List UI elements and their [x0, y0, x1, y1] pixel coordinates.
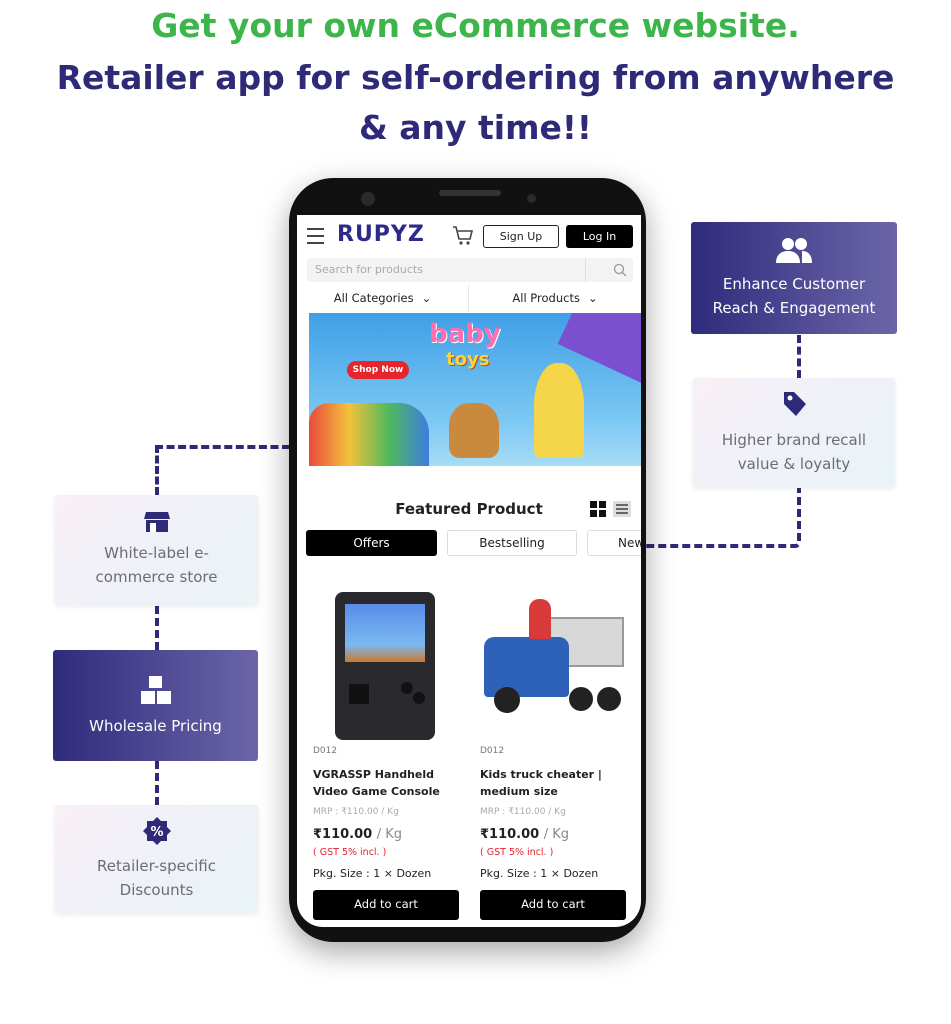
chevron-down-icon: ⌄ [421, 291, 432, 305]
teddy-image [449, 403, 499, 458]
app-screen: RUPYZ Sign Up Log In Search for products… [297, 215, 641, 927]
log-in-button[interactable]: Log In [566, 225, 633, 248]
wheel [569, 687, 593, 711]
tag-icon [784, 391, 806, 416]
percent-badge-icon: % [142, 817, 171, 845]
promo-banner[interactable]: Shop Now baby toys [309, 313, 641, 466]
product-code: D012 [313, 746, 338, 756]
console-button [401, 682, 413, 694]
connector [640, 488, 801, 548]
grid-view-icon[interactable] [590, 501, 606, 517]
categories-label: All Categories [333, 291, 414, 305]
search-bar[interactable]: Search for products [307, 258, 633, 282]
menu-icon[interactable] [307, 228, 324, 244]
game-console-image [335, 592, 435, 740]
product-price: ₹110.00 [480, 827, 540, 842]
connector [155, 761, 159, 805]
chevron-down-icon: ⌄ [587, 291, 598, 305]
product-card[interactable] [307, 577, 462, 742]
product-mrp: MRP : ₹110.00 / Kg [313, 807, 399, 817]
feature-label: White-label e-commerce store [95, 544, 218, 586]
package-size: Pkg. Size : 1 × Dozen [313, 867, 432, 880]
product-code: D012 [480, 746, 505, 756]
feature-label: Enhance Customer Reach & Engagement [712, 275, 876, 317]
sign-up-button[interactable]: Sign Up [483, 225, 559, 248]
feature-wholesale: Wholesale Pricing [53, 650, 258, 761]
feature-reach: Enhance Customer Reach & Engagement [691, 222, 897, 334]
users-icon [776, 238, 812, 263]
logo[interactable]: RUPYZ [337, 222, 425, 247]
feature-white-label: White-label e-commerce store [55, 495, 258, 605]
truck-image [484, 637, 569, 697]
divider [585, 258, 586, 282]
product-unit: / Kg [376, 827, 403, 842]
feature-brand: Higher brand recall value & loyalty [693, 378, 895, 487]
product-unit: / Kg [543, 827, 570, 842]
banner-title: baby [429, 319, 501, 349]
wheel [494, 687, 520, 713]
feature-label: Retailer-specific Discounts [97, 857, 216, 899]
connector [797, 335, 801, 378]
dpad [349, 684, 369, 704]
store-icon [143, 512, 170, 532]
products-dropdown[interactable]: All Products ⌄ [469, 285, 641, 311]
headline-2: Retailer app for self-ordering from anyw… [56, 58, 895, 97]
product-name[interactable]: VGRASSP Handheld Video Game Console [313, 766, 463, 800]
tab-offers[interactable]: Offers [306, 530, 437, 556]
child-figure [529, 599, 551, 639]
product-name[interactable]: Kids truck cheater | medium size [480, 766, 630, 800]
products-label: All Products [512, 291, 580, 305]
add-to-cart-button[interactable]: Add to cart [313, 890, 459, 920]
tab-bestselling[interactable]: Bestselling [447, 530, 577, 556]
svg-text:%: % [150, 825, 163, 840]
speaker [439, 190, 501, 196]
camera [527, 194, 536, 203]
cart-icon[interactable] [452, 225, 474, 247]
gst-note: ( GST 5% incl. ) [313, 847, 387, 858]
add-to-cart-button[interactable]: Add to cart [480, 890, 626, 920]
gst-note: ( GST 5% incl. ) [480, 847, 554, 858]
boxes-icon [140, 675, 171, 704]
feature-discounts: % Retailer-specific Discounts [55, 805, 258, 913]
console-screen [345, 604, 425, 662]
product-mrp: MRP : ₹110.00 / Kg [480, 807, 566, 817]
banner-subtitle: toys [446, 349, 490, 370]
package-size: Pkg. Size : 1 × Dozen [480, 867, 599, 880]
list-view-icon[interactable] [613, 501, 631, 517]
tab-new[interactable]: New [587, 530, 641, 556]
console-button [413, 692, 425, 704]
feature-label: Higher brand recall value & loyalty [721, 430, 867, 473]
connector [155, 606, 159, 650]
connector [155, 445, 290, 495]
wheel [597, 687, 621, 711]
headline-1: Get your own eCommerce website. [151, 6, 800, 45]
categories-dropdown[interactable]: All Categories ⌄ [297, 285, 469, 311]
product-price: ₹110.00 [313, 827, 373, 842]
camera [361, 192, 375, 206]
headline-3: & any time!! [359, 108, 592, 147]
shop-now-button[interactable]: Shop Now [347, 361, 409, 379]
child-image [534, 363, 584, 458]
search-input[interactable]: Search for products [315, 263, 423, 276]
product-card[interactable] [479, 577, 634, 742]
feature-label: Wholesale Pricing [89, 716, 222, 735]
search-icon[interactable] [613, 263, 627, 277]
toys-image [309, 403, 429, 466]
